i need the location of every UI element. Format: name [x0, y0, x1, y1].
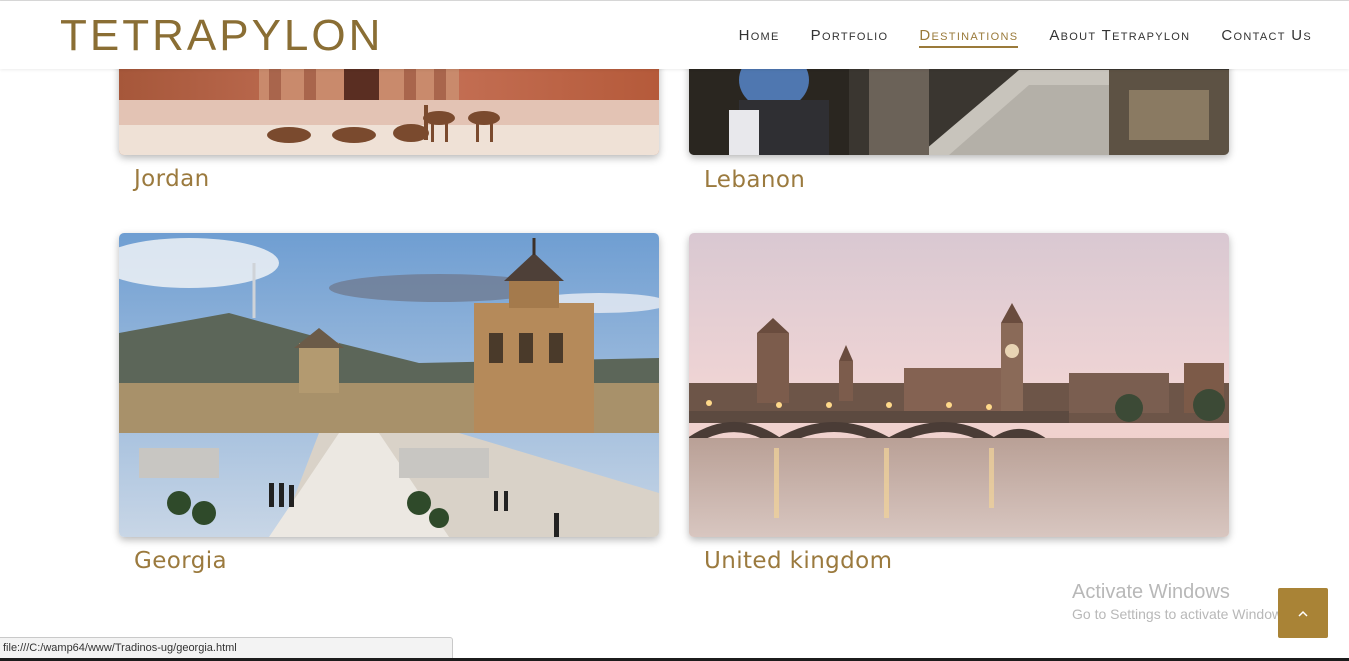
activate-windows-watermark: Activate Windows Go to Settings to activ… — [1072, 581, 1293, 625]
nav-destinations[interactable]: Destinations — [919, 27, 1019, 48]
nav-contact[interactable]: Contact Us — [1221, 27, 1312, 48]
united-kingdom-image — [689, 233, 1229, 537]
watermark-line-2: Go to Settings to activate Windows. — [1072, 606, 1293, 622]
site-header: TETRAPYLON Home Portfolio Destinations A… — [0, 1, 1349, 69]
chevron-up-icon — [1298, 610, 1308, 617]
destination-title-georgia[interactable]: Georgia — [134, 548, 227, 574]
nav-portfolio[interactable]: Portfolio — [811, 27, 889, 48]
destination-title-united-kingdom[interactable]: United kingdom — [704, 548, 892, 574]
destination-title-jordan[interactable]: Jordan — [134, 166, 210, 192]
nav-home[interactable]: Home — [739, 27, 780, 48]
georgia-image — [119, 233, 659, 537]
main-nav: Home Portfolio Destinations About Tetrap… — [739, 27, 1312, 48]
destination-card-united-kingdom[interactable] — [689, 233, 1229, 537]
browser-status-bar: file:///C:/wamp64/www/Tradinos-ug/georgi… — [0, 637, 453, 659]
watermark-line-1: Activate Windows — [1072, 581, 1230, 603]
site-logo[interactable]: TETRAPYLON — [60, 11, 383, 61]
destination-card-georgia[interactable] — [119, 233, 659, 537]
nav-about[interactable]: About Tetrapylon — [1049, 27, 1190, 48]
destination-title-lebanon[interactable]: Lebanon — [704, 167, 805, 193]
scroll-to-top-button[interactable] — [1278, 588, 1328, 638]
